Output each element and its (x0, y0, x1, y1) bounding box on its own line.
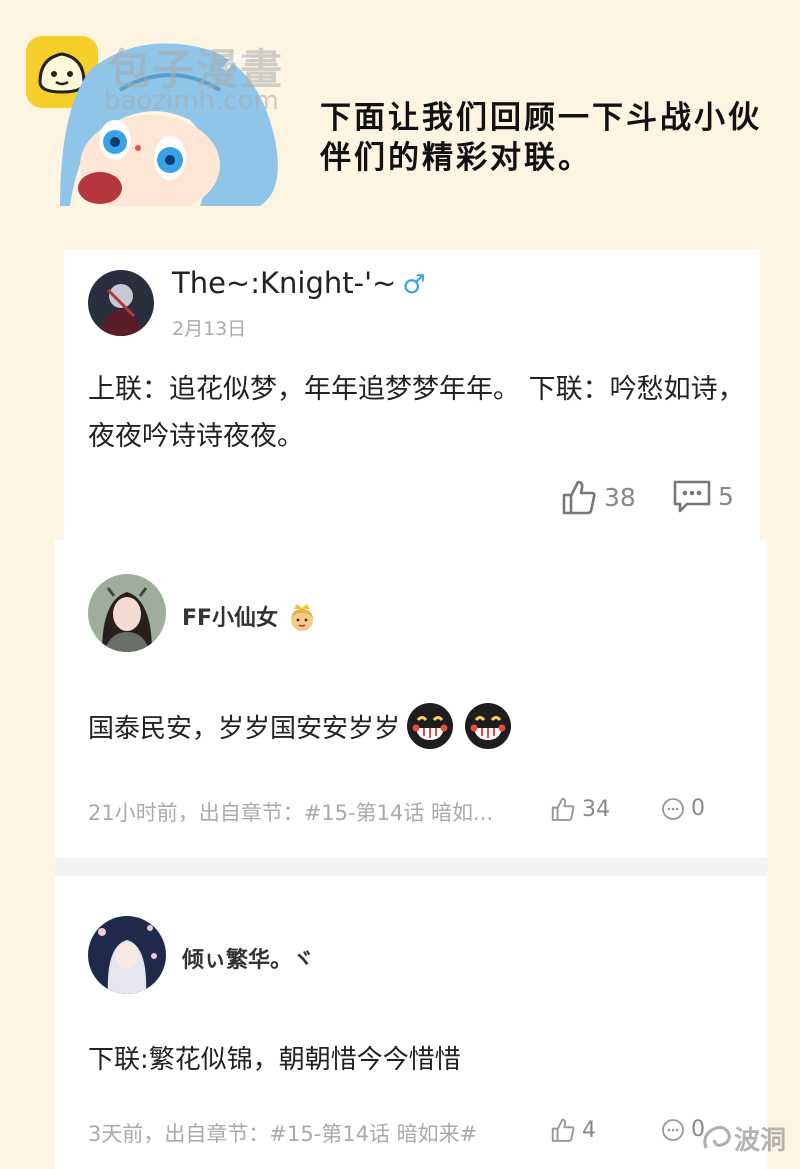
footer-watermark: 波洞 (700, 1120, 786, 1157)
username-text[interactable]: FF小仙女 (182, 606, 278, 631)
reply-button[interactable]: 0 (661, 1117, 705, 1142)
laughing-face-icon (407, 703, 454, 749)
comment-card-1: The~:Knight-'~ ♂ 2月13日 上联：追花似梦，年年追梦梦年年。 下… (64, 250, 760, 540)
reply-button[interactable]: 5 (672, 478, 734, 514)
comment-text: 国泰民安，岁岁国安安岁岁 (88, 713, 401, 744)
watermark-url: baozimh.com (104, 86, 279, 116)
comment-bubble-icon (662, 797, 684, 820)
comment-bubble-icon (673, 480, 711, 513)
reply-count: 5 (718, 481, 734, 511)
username[interactable]: FF小仙女 (182, 600, 316, 632)
laughing-face-icon (465, 703, 512, 749)
bodong-logo-icon (703, 1125, 731, 1148)
comment-content: 国泰民安，岁岁国安安岁岁 (88, 702, 512, 750)
like-count: 34 (582, 796, 610, 822)
avatar[interactable] (88, 574, 166, 652)
comment-meta[interactable]: 3天前，出自章节：#15-第14话 暗如来# (88, 1118, 477, 1148)
thumb-up-icon (562, 480, 596, 515)
comment-card-2: FF小仙女 国泰民安，岁岁国安安岁岁 21小时前，出自章节：#15-第14话 暗… (55, 540, 767, 858)
comment-text: 下联:繁花似锦，朝朝惜今今惜惜 (88, 1045, 461, 1075)
like-count: 38 (604, 482, 636, 512)
thumb-up-icon (551, 1118, 575, 1142)
comment-date: 2月13日 (172, 318, 247, 340)
comment-card-3: 倾ぃ繁华。ヾ 下联:繁花似锦，朝朝惜今今惜惜 3天前，出自章节：#15-第14话… (55, 876, 767, 1169)
intro-text: 下面让我们回顾一下斗战小伙伴们的精彩对联。 (320, 100, 762, 176)
crown-girl-emoji-icon (290, 604, 313, 631)
card-divider (55, 858, 767, 876)
username-text[interactable]: The~:Knight-'~ (172, 266, 396, 300)
username[interactable]: The~:Knight-'~ ♂ (172, 266, 426, 300)
comment-bubble-icon (662, 1118, 684, 1141)
avatar[interactable] (88, 270, 154, 336)
comment-text: 上联：追花似梦，年年追梦梦年年。 下联：吟愁如诗，夜夜吟诗诗夜夜。 (88, 374, 745, 452)
like-button[interactable]: 34 (550, 796, 610, 822)
username-text[interactable]: 倾ぃ繁华。ヾ (182, 942, 314, 974)
like-button[interactable]: 38 (560, 478, 636, 516)
avatar[interactable] (88, 916, 166, 994)
reply-count: 0 (691, 796, 705, 821)
like-button[interactable]: 4 (550, 1117, 596, 1143)
comment-meta[interactable]: 21小时前，出自章节：#15-第14话 暗如... (88, 797, 493, 827)
reply-button[interactable]: 0 (661, 796, 705, 821)
like-count: 4 (582, 1117, 596, 1143)
male-gender-icon: ♂ (402, 270, 426, 300)
footer-watermark-text: 波洞 (733, 1126, 786, 1156)
thumb-up-icon (551, 797, 575, 821)
